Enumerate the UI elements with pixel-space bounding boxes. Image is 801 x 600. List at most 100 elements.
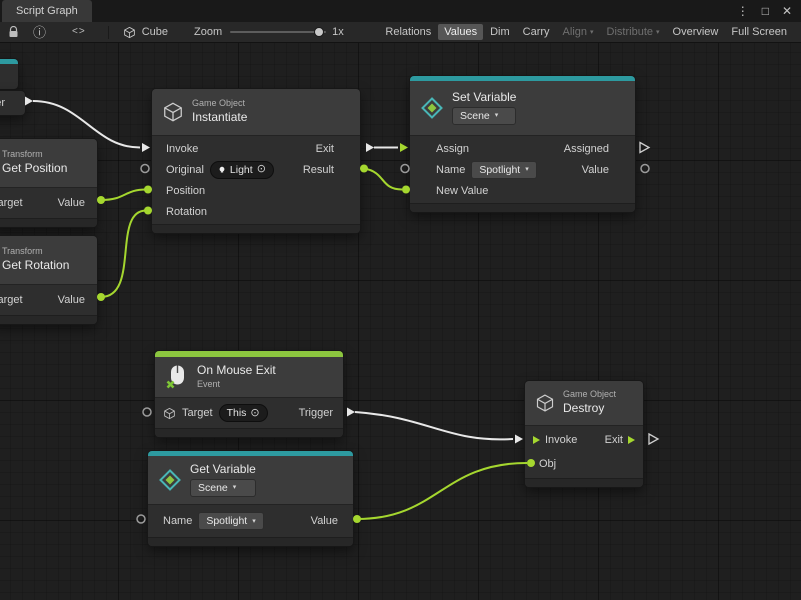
getrotation-value-port-icon[interactable] (97, 293, 105, 301)
node-title: Instantiate (192, 111, 247, 125)
invoke-in-arrow-icon[interactable] (142, 143, 150, 152)
wire-mouseexit-to-destroy[interactable] (355, 412, 513, 439)
variable-icon (420, 96, 444, 120)
toolbar-divider (108, 26, 109, 39)
wire-getrotation-to-rotation[interactable] (101, 211, 146, 298)
align-button[interactable]: Align▾ (557, 24, 600, 40)
invoke-port-icon[interactable] (533, 436, 540, 444)
wire-result-to-newvalue[interactable] (364, 169, 402, 190)
variable-scope-dropdown[interactable]: Scene ▾ (452, 107, 516, 125)
mouseexit-target-port-icon[interactable] (143, 408, 151, 416)
result-port-icon[interactable] (360, 165, 368, 173)
node-footer (0, 315, 97, 324)
node-header: Set Variable Scene ▾ (410, 81, 635, 135)
clipped-node-event[interactable]: Trigger (0, 91, 25, 115)
wire-getvariable-to-obj[interactable] (357, 463, 527, 519)
port-target: Target (0, 294, 23, 306)
graph-toolbar: ⓘ <> Cube Zoom 1x Relations Values Dim C… (0, 22, 801, 43)
variable-name-dropdown[interactable]: Spotlight ▾ (198, 512, 263, 530)
port-invoke: Invoke (545, 434, 577, 446)
destroy-invoke-arrow-icon[interactable] (515, 435, 523, 444)
relations-button[interactable]: Relations (379, 24, 437, 40)
node-get-rotation[interactable]: Transform Get Rotation Target Value (0, 236, 97, 324)
chevron-down-icon: ▾ (590, 29, 594, 36)
port-rotation: Rotation (166, 206, 207, 218)
exit-port-icon[interactable] (628, 436, 635, 444)
port-invoke: Invoke (166, 143, 198, 155)
port-value: Value (58, 294, 85, 306)
window-menu-icon[interactable]: ⋮ (737, 5, 749, 17)
fullscreen-button[interactable]: Full Screen (725, 24, 793, 40)
node-instantiate[interactable]: Game Object Instantiate Invoke Exit Orig… (152, 89, 360, 233)
carry-button[interactable]: Carry (517, 24, 556, 40)
lock-icon[interactable] (8, 26, 19, 38)
variable-name-dropdown[interactable]: Spotlight ▾ (471, 161, 536, 179)
cube-icon (535, 393, 555, 413)
zoom-slider-knob[interactable] (314, 27, 324, 37)
object-picker-icon[interactable]: ⊙ (257, 164, 266, 175)
variable-scope-value: Scene (460, 110, 490, 122)
port-value: Value (58, 197, 85, 209)
node-set-variable[interactable]: Set Variable Scene ▾ Assign Assigned Nam… (410, 76, 635, 212)
original-object-field[interactable]: Light ⊙ (210, 161, 274, 179)
info-icon[interactable]: ⓘ (33, 26, 46, 39)
target-object-field[interactable]: This ⊙ (219, 404, 268, 422)
node-body: Assign Assigned Name Spotlight ▾ Value N… (410, 135, 635, 203)
cube-icon (163, 407, 176, 420)
exit-out-arrow-icon[interactable] (366, 143, 374, 152)
zoom-slider[interactable] (230, 27, 326, 37)
maximize-icon[interactable]: □ (762, 5, 769, 17)
node-body: Target Value (0, 187, 97, 218)
values-button[interactable]: Values (438, 24, 483, 40)
window-controls: ⋮ □ ✕ (737, 0, 801, 22)
graph-canvas[interactable]: Trigger Transform Get Position Target Va… (0, 43, 801, 600)
assigned-port-icon[interactable] (640, 143, 649, 153)
setvar-name-port-icon[interactable] (401, 165, 409, 173)
node-body: Name Spotlight ▾ Value (148, 504, 353, 537)
getvar-name-port-icon[interactable] (137, 515, 145, 523)
close-icon[interactable]: ✕ (782, 5, 792, 17)
node-get-position[interactable]: Transform Get Position Target Value (0, 139, 97, 227)
graph-object-name: Cube (142, 26, 168, 38)
trigger-out-arrow-icon[interactable] (25, 97, 33, 106)
node-title: Get Variable (190, 463, 256, 477)
variable-scope-value: Scene (198, 482, 228, 494)
port-name: Name (436, 164, 465, 176)
node-header: Transform Get Position (0, 139, 97, 187)
variable-scope-dropdown[interactable]: Scene ▾ (190, 479, 256, 497)
setvar-value-port-icon[interactable] (641, 165, 649, 173)
rotation-port-icon[interactable] (144, 207, 152, 215)
getposition-value-port-icon[interactable] (97, 196, 105, 204)
distribute-button[interactable]: Distribute▾ (601, 24, 666, 40)
code-icon[interactable]: <> (72, 27, 86, 37)
assign-in-arrow-icon[interactable] (400, 143, 408, 152)
overview-button[interactable]: Overview (667, 24, 725, 40)
getvar-value-port-icon[interactable] (353, 515, 361, 523)
port-result: Result (303, 164, 334, 176)
zoom-value: 1x (332, 26, 344, 38)
clipped-node-variable[interactable] (0, 59, 18, 89)
node-body: Trigger (0, 91, 25, 115)
node-body: Invoke Exit Original Light ⊙ Result Posi… (152, 135, 360, 224)
node-header: Game Object Destroy (525, 381, 643, 425)
newvalue-port-icon[interactable] (402, 186, 410, 194)
original-port-icon[interactable] (141, 165, 149, 173)
tab-script-graph[interactable]: Script Graph (2, 0, 92, 22)
wire-getposition-to-position[interactable] (101, 190, 146, 201)
node-on-mouse-exit[interactable]: On Mouse Exit Event Target This ⊙ Trigge… (155, 351, 343, 437)
object-picker-icon[interactable]: ⊙ (250, 408, 259, 419)
port-new-value: New Value (436, 185, 488, 197)
destroy-exit-port-icon[interactable] (649, 434, 658, 444)
node-get-variable[interactable]: Get Variable Scene ▾ Name Spotlight ▾ Va… (148, 451, 353, 546)
port-position: Position (166, 185, 205, 197)
node-title: Get Position (2, 162, 67, 176)
port-value: Value (311, 515, 338, 527)
node-destroy[interactable]: Game Object Destroy Invoke Exit Obj (525, 381, 643, 487)
position-port-icon[interactable] (144, 186, 152, 194)
node-category: Game Object (563, 390, 616, 400)
wires-layer (0, 43, 801, 600)
toolbar-buttons: Relations Values Dim Carry Align▾ Distri… (379, 24, 793, 40)
mouseexit-trigger-arrow-icon[interactable] (347, 408, 355, 417)
dim-button[interactable]: Dim (484, 24, 516, 40)
node-body: Target Value (0, 284, 97, 315)
